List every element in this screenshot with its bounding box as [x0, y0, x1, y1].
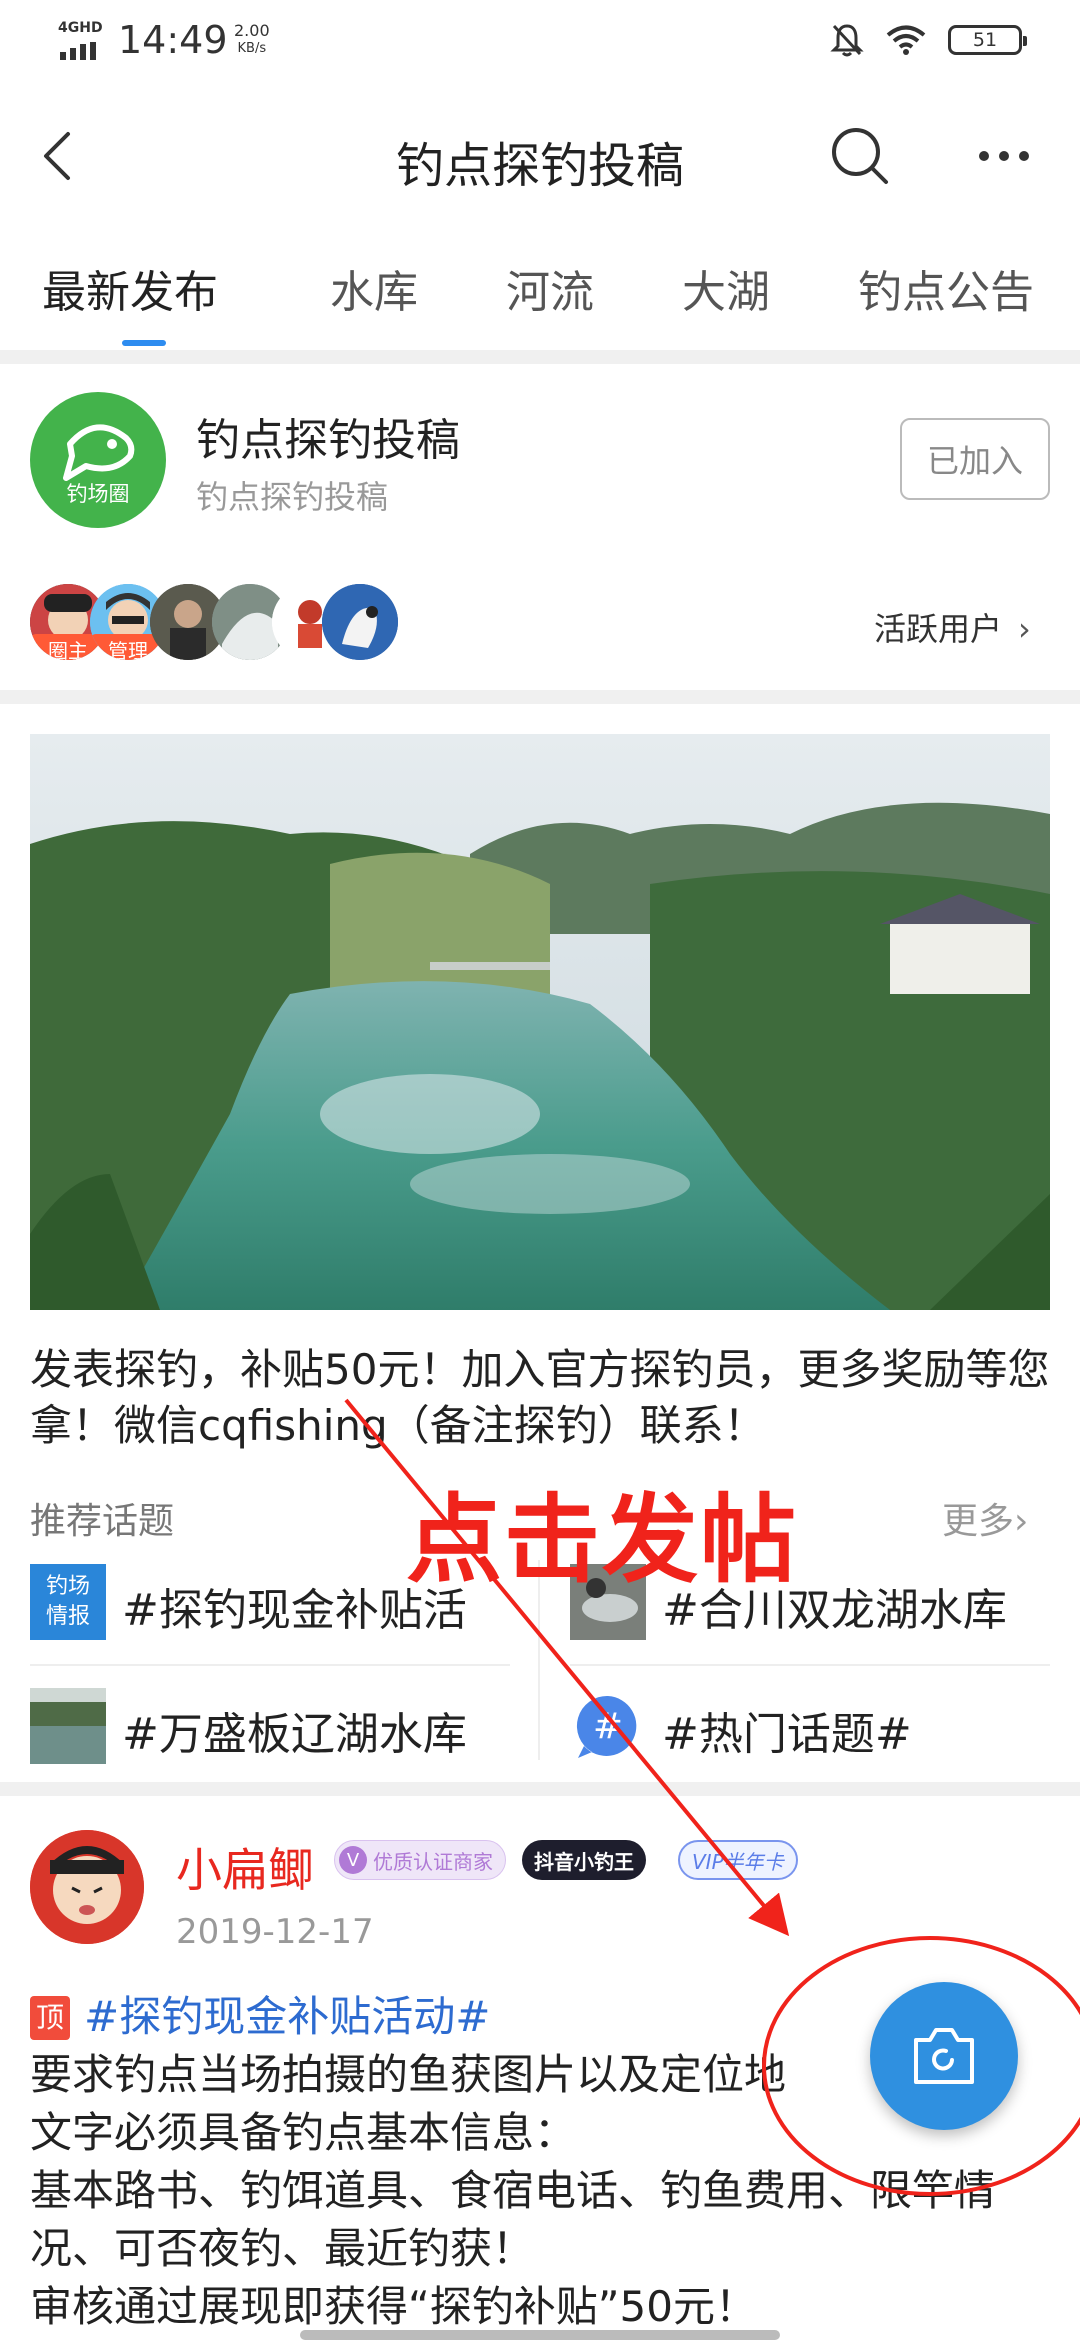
circle-logo[interactable]: 钓场圈 [30, 392, 166, 528]
signal-icon: 4GHD [58, 20, 106, 62]
avatar[interactable] [322, 584, 398, 660]
section-divider [0, 690, 1080, 704]
topic-item[interactable]: #万盛板辽湖水库 [30, 1684, 510, 1764]
thumbnail-text: 情报 [45, 1604, 90, 1629]
top-nav: 钓点探钓投稿 [0, 96, 1080, 216]
thumbnail-text: 钓场 [45, 1574, 90, 1599]
network-speed: 2.00 KB/s [234, 22, 270, 58]
network-type: 4GHD [58, 20, 103, 36]
post-topic-link[interactable]: #探钓现金补贴活动# [84, 1992, 490, 2041]
post-author-avatar[interactable] [30, 1830, 144, 1944]
wifi-icon [886, 25, 926, 55]
chevron-right-icon: › [1014, 1501, 1029, 1542]
post-compose-button[interactable] [870, 1982, 1018, 2130]
speed-value: 2.00 [234, 21, 270, 40]
recommended-topics-label: 推荐话题 [30, 1501, 175, 1542]
camera-icon [914, 2028, 974, 2084]
back-arrow-icon [44, 132, 70, 180]
banner-image[interactable] [30, 734, 1050, 1310]
divider [570, 1664, 1050, 1666]
active-users-label: 活跃用户 [874, 610, 1003, 648]
promo-notice: 发表探钓，补贴50元！加入官方探钓员，更多奖励等您拿！微信cqfishing（备… [30, 1345, 1050, 1450]
chevron-right-icon: › [1018, 610, 1031, 648]
avatar-image [322, 584, 398, 660]
more-button[interactable] [968, 120, 1040, 192]
tab-river[interactable]: 河流 [506, 256, 594, 320]
annotation-label: 点击发帖 [406, 1484, 798, 1596]
tab-lake[interactable]: 大湖 [682, 256, 770, 320]
tab-latest[interactable]: 最新发布 [42, 256, 218, 320]
topic-name: #热门话题# [662, 1709, 912, 1760]
avatar-image [30, 1830, 144, 1944]
tab-announcements[interactable]: 钓点公告 [858, 256, 1034, 320]
vip-badge: VIP半年卡 [678, 1840, 798, 1880]
divider [30, 1664, 510, 1666]
active-users-link[interactable]: 活跃用户 › [874, 604, 1031, 650]
speed-unit: KB/s [237, 41, 267, 56]
section-divider [0, 350, 1080, 364]
topic-thumbnail: 钓场 情报 [30, 1564, 106, 1640]
joined-button[interactable]: 已加入 [900, 418, 1050, 500]
back-button[interactable] [24, 120, 96, 192]
section-divider [0, 1782, 1080, 1796]
river-landscape-image [30, 734, 1050, 1310]
more-topics-link[interactable]: 更多› [942, 1492, 1028, 1544]
verified-icon: V [339, 1846, 367, 1874]
verified-merchant-badge: V 优质认证商家 [334, 1840, 506, 1880]
more-topics-label: 更多 [942, 1501, 1015, 1542]
douyin-badge: 抖音小钓王 [522, 1840, 646, 1880]
page-title: 钓点探钓投稿 [395, 138, 684, 194]
status-time: 14:49 [118, 18, 228, 62]
status-bar: 4GHD 14:49 2.00 KB/s 51 [0, 0, 1080, 84]
circle-logo-text: 钓场圈 [66, 482, 130, 506]
battery-icon: 51 [948, 25, 1027, 55]
lake-photo-image [30, 1688, 106, 1764]
search-icon [832, 128, 888, 184]
post-line: 基本路书、钓饵道具、食宿电话、钓鱼费用、限竿情况、可否夜钓、最近钓获！ [30, 2166, 997, 2273]
mute-bell-icon [830, 24, 864, 57]
badge-label: 优质认证商家 [373, 1849, 493, 1874]
hashtag-icon: # [576, 1695, 637, 1758]
more-icon [979, 151, 1029, 161]
topic-thumbnail-label: 钓场 情报 [30, 1564, 106, 1632]
hashtag-glyph: # [593, 1706, 623, 1747]
category-tabs: 最新发布 水库 河流 大湖 钓点公告 [0, 250, 1080, 350]
pinned-badge: 顶 [30, 1996, 70, 2040]
tab-active-indicator [122, 340, 166, 346]
scroll-indicator [300, 2330, 780, 2340]
battery-level: 51 [972, 29, 998, 51]
search-button[interactable] [824, 120, 896, 192]
post-date: 2019-12-17 [176, 1912, 374, 1952]
topic-name: #万盛板辽湖水库 [122, 1709, 467, 1760]
circle-subtitle: 钓点探钓投稿 [196, 478, 389, 516]
tab-reservoir[interactable]: 水库 [330, 256, 418, 320]
post-author-name[interactable]: 小扁鲫 [176, 1834, 314, 1900]
circle-name: 钓点探钓投稿 [196, 415, 460, 466]
topic-thumbnail: # [570, 1688, 646, 1764]
post-line: 审核通过展现即获得“探钓补贴”50元！ [30, 2282, 757, 2331]
topic-thumbnail [30, 1688, 106, 1764]
topic-item[interactable]: # #热门话题# [570, 1684, 1050, 1764]
